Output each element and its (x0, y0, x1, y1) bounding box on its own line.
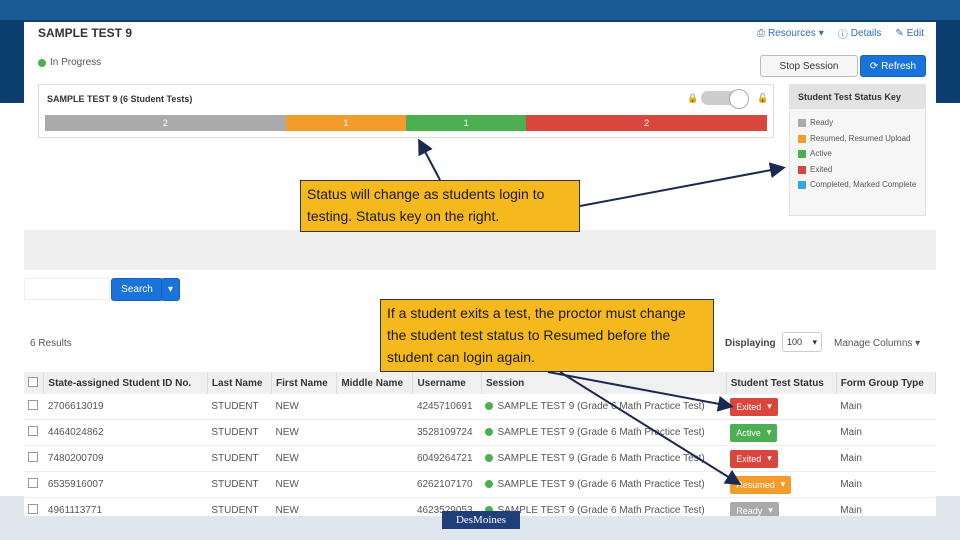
arrow-to-resumed-status (559, 371, 742, 486)
callout-arrows (418, 138, 786, 486)
arrow-to-progress-bar (418, 138, 441, 181)
arrow-to-exited-status (547, 371, 734, 412)
district-logo: DesMoines (442, 511, 520, 529)
arrow-to-status-key (579, 162, 786, 207)
